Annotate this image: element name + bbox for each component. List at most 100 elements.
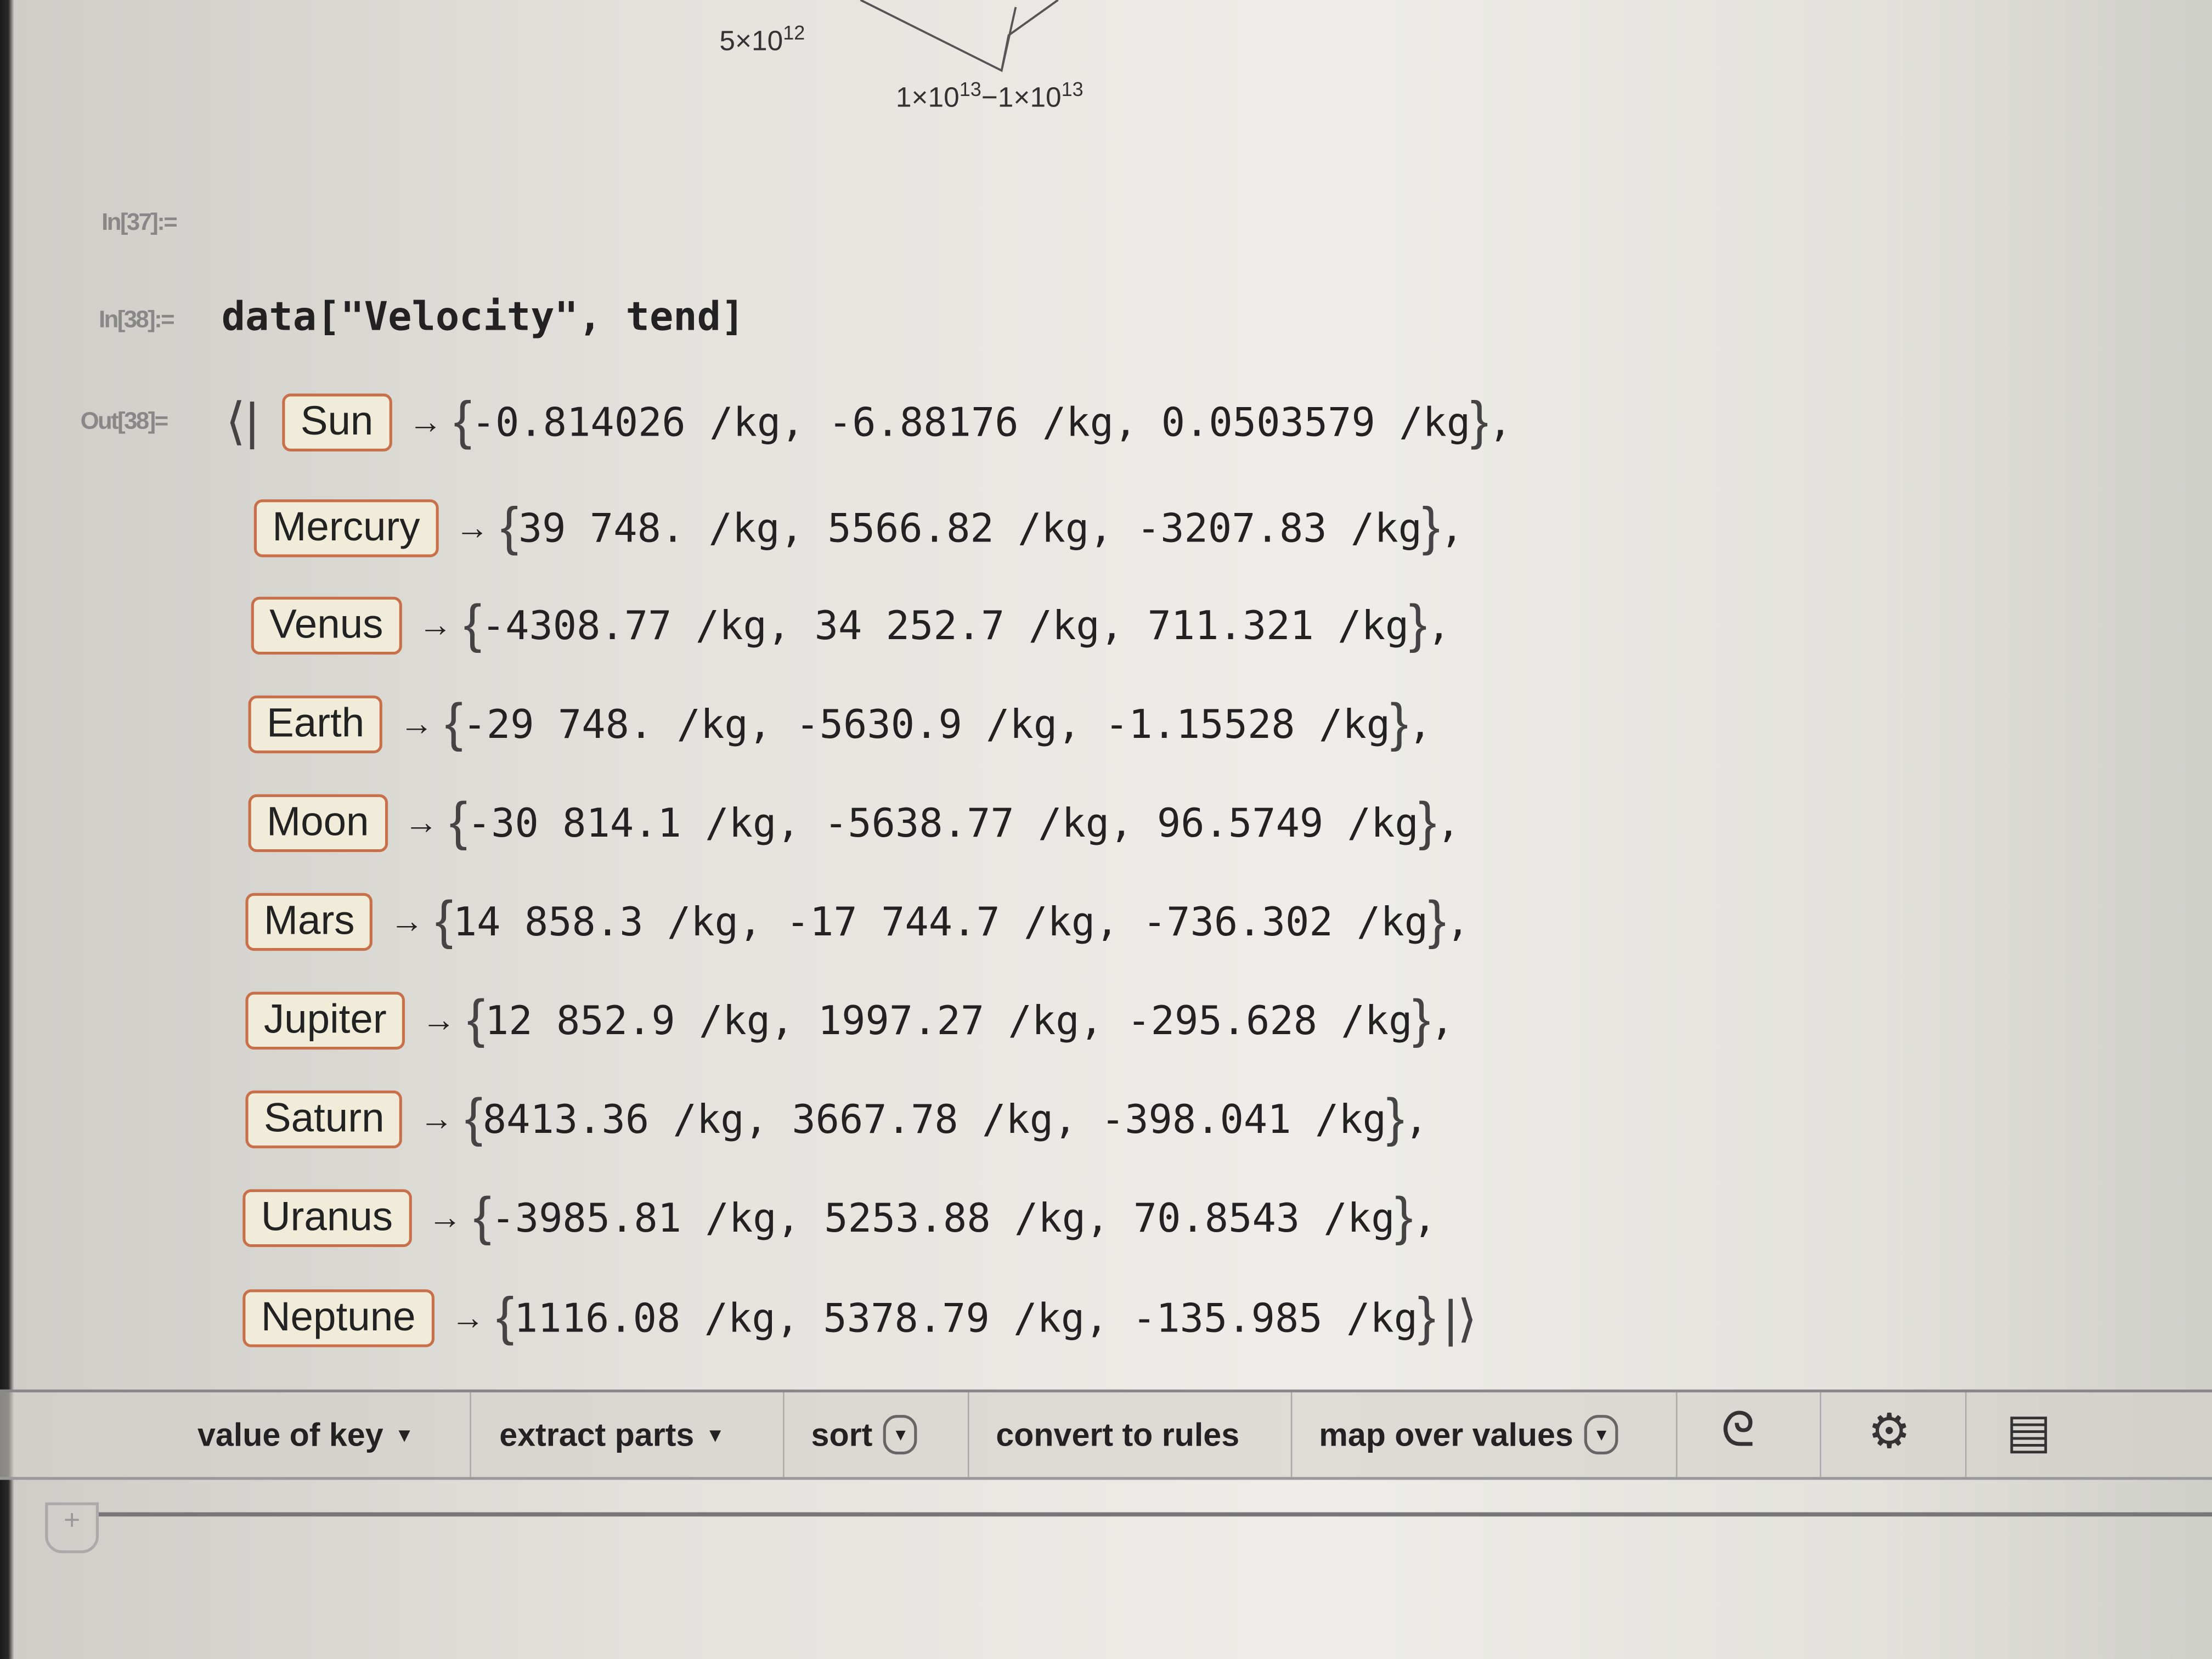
key-label[interactable]: Neptune	[242, 1289, 435, 1347]
association-row: Neptune → {1116.08 /kg, 5378.79 /kg, -135.…	[242, 1288, 1477, 1349]
association-row: Mars → {14 858.3 /kg, -17 744.7 /kg, -736.…	[245, 891, 1470, 952]
cell-label-out38: Out[38]=	[80, 408, 169, 435]
separator: ,	[1440, 505, 1464, 552]
plot-box-edge	[860, 0, 1059, 72]
velocity-values: 39 748. /kg, 5566.82 /kg, -3207.83 /kg	[518, 505, 1423, 552]
association-row: Uranus → {-3985.81 /kg, 5253.88 /kg, 70.85…	[242, 1188, 1437, 1249]
brace-close: }	[1409, 595, 1427, 655]
rule-arrow: →	[418, 606, 453, 644]
axis-tick-label: 5×1012	[719, 21, 805, 58]
brace-open: {	[467, 990, 485, 1050]
brace-open: {	[464, 595, 482, 655]
rule-arrow: →	[390, 902, 424, 940]
brace-close: }	[1418, 1288, 1436, 1347]
notebook-window: 5×1012 1×1013−1×1013 In[37]:= In[38]:= d…	[0, 0, 2212, 1659]
brace-open: {	[449, 793, 467, 853]
rule-arrow: →	[404, 803, 438, 842]
velocity-values: -0.814026 /kg, -6.88176 /kg, 0.0503579 /…	[471, 399, 1471, 446]
rule-arrow: →	[408, 403, 443, 441]
velocity-values: 12 852.9 /kg, 1997.27 /kg, -295.628 /kg	[484, 997, 1413, 1044]
brace-open: {	[465, 1089, 483, 1149]
extract-parts-button[interactable]: extract parts ▼	[499, 1392, 725, 1477]
association-row: Earth → {-29 748. /kg, -5630.9 /kg, -1.155…	[248, 694, 1432, 755]
divider	[1675, 1392, 1678, 1477]
rule-arrow: →	[428, 1198, 462, 1237]
separator: ,	[1413, 1194, 1437, 1242]
brace-close: }	[1386, 1089, 1404, 1149]
rule-arrow: →	[419, 1099, 454, 1138]
velocity-values: 8413.36 /kg, 3667.78 /kg, -398.041 /kg	[482, 1096, 1387, 1143]
input-code[interactable]: data["Velocity", tend]	[222, 294, 745, 340]
brace-close: }	[1412, 990, 1431, 1050]
key-label[interactable]: Jupiter	[245, 991, 405, 1050]
association-close: |⟩	[1444, 1288, 1477, 1347]
convert-to-rules-button[interactable]: convert to rules	[996, 1392, 1239, 1477]
separator: ,	[1446, 898, 1470, 945]
gear-icon[interactable]: ⚙	[1868, 1404, 1911, 1460]
divider	[783, 1392, 785, 1477]
brace-open: {	[435, 891, 453, 951]
association-open: ⟨|	[225, 392, 259, 450]
brace-close: }	[1470, 392, 1488, 452]
comment-icon[interactable]: ▤	[2006, 1404, 2052, 1460]
velocity-values: -4308.77 /kg, 34 252.7 /kg, 711.321 /kg	[481, 602, 1409, 649]
key-label[interactable]: Uranus	[242, 1189, 411, 1248]
association-row: Sun → {-0.814026 /kg, -6.88176 /kg, 0.0503…	[282, 392, 1512, 453]
cell-insertion-line	[98, 1512, 2212, 1517]
velocity-values: -30 814.1 /kg, -5638.77 /kg, 96.5749 /kg	[467, 799, 1419, 847]
brace-open: {	[496, 1288, 514, 1347]
key-label[interactable]: Moon	[248, 794, 387, 853]
brace-close: }	[1395, 1188, 1413, 1248]
velocity-values: -3985.81 /kg, 5253.88 /kg, 70.8543 /kg	[491, 1194, 1395, 1242]
association-row: Saturn → {8413.36 /kg, 3667.78 /kg, -398.0…	[245, 1089, 1428, 1150]
separator: ,	[1408, 701, 1432, 748]
rule-arrow: →	[399, 704, 434, 743]
velocity-values: 1116.08 /kg, 5378.79 /kg, -135.985 /kg	[514, 1295, 1418, 1342]
key-label[interactable]: Sun	[282, 393, 392, 452]
dropdown-icon[interactable]: ▼	[1584, 1415, 1619, 1455]
key-label[interactable]: Earth	[248, 695, 383, 754]
divider	[470, 1392, 471, 1477]
key-label[interactable]: Venus	[251, 596, 402, 655]
rule-arrow: →	[421, 1001, 456, 1039]
brace-close: }	[1418, 793, 1437, 853]
brace-close: }	[1390, 694, 1408, 754]
velocity-values: -29 748. /kg, -5630.9 /kg, -1.15528 /kg	[462, 701, 1391, 748]
rule-arrow: →	[455, 508, 489, 547]
key-label[interactable]: Mercury	[253, 499, 439, 557]
divider	[1965, 1392, 1967, 1477]
key-label[interactable]: Mars	[245, 893, 374, 951]
cell-label-in38: In[38]:=	[98, 306, 175, 333]
association-row: Mercury → {39 748. /kg, 5566.82 /kg, -3207…	[253, 498, 1464, 559]
map-over-values-button[interactable]: map over values ▼	[1319, 1392, 1619, 1477]
dropdown-icon: ▼	[705, 1423, 725, 1446]
separator: ,	[1404, 1096, 1429, 1143]
axis-tick-label: 1×1013−1×1013	[895, 77, 1084, 114]
separator: ,	[1430, 997, 1454, 1044]
brace-open: {	[473, 1188, 492, 1248]
brace-open: {	[500, 498, 518, 557]
value-of-key-button[interactable]: value of key ▼	[198, 1392, 414, 1477]
separator: ,	[1426, 602, 1451, 649]
brace-open: {	[453, 392, 472, 452]
add-cell-button[interactable]: +	[45, 1502, 99, 1554]
association-row: Moon → {-30 814.1 /kg, -5638.77 /kg, 96.57…	[248, 793, 1460, 854]
separator: ,	[1488, 399, 1513, 446]
association-row: Venus → {-4308.77 /kg, 34 252.7 /kg, 711.3…	[251, 595, 1451, 656]
divider	[1290, 1392, 1293, 1477]
association-row: Jupiter → {12 852.9 /kg, 1997.27 /kg, -295…	[245, 990, 1454, 1051]
key-label[interactable]: Saturn	[245, 1090, 403, 1149]
separator: ,	[1436, 799, 1460, 847]
dropdown-icon: ▼	[394, 1423, 414, 1446]
rule-arrow: →	[450, 1298, 485, 1337]
cell-label-in37: In[37]:=	[101, 208, 178, 236]
dropdown-icon[interactable]: ▼	[883, 1415, 918, 1455]
divider	[967, 1392, 969, 1477]
brace-close: }	[1428, 891, 1446, 951]
sort-button[interactable]: sort ▼	[811, 1392, 918, 1477]
brace-open: {	[444, 694, 463, 754]
velocity-values: 14 858.3 /kg, -17 744.7 /kg, -736.302 /k…	[453, 898, 1429, 945]
brace-close: }	[1422, 498, 1440, 557]
divider	[1820, 1392, 1821, 1477]
wolfram-spiral-icon[interactable]: ᘓ	[1721, 1404, 1755, 1459]
